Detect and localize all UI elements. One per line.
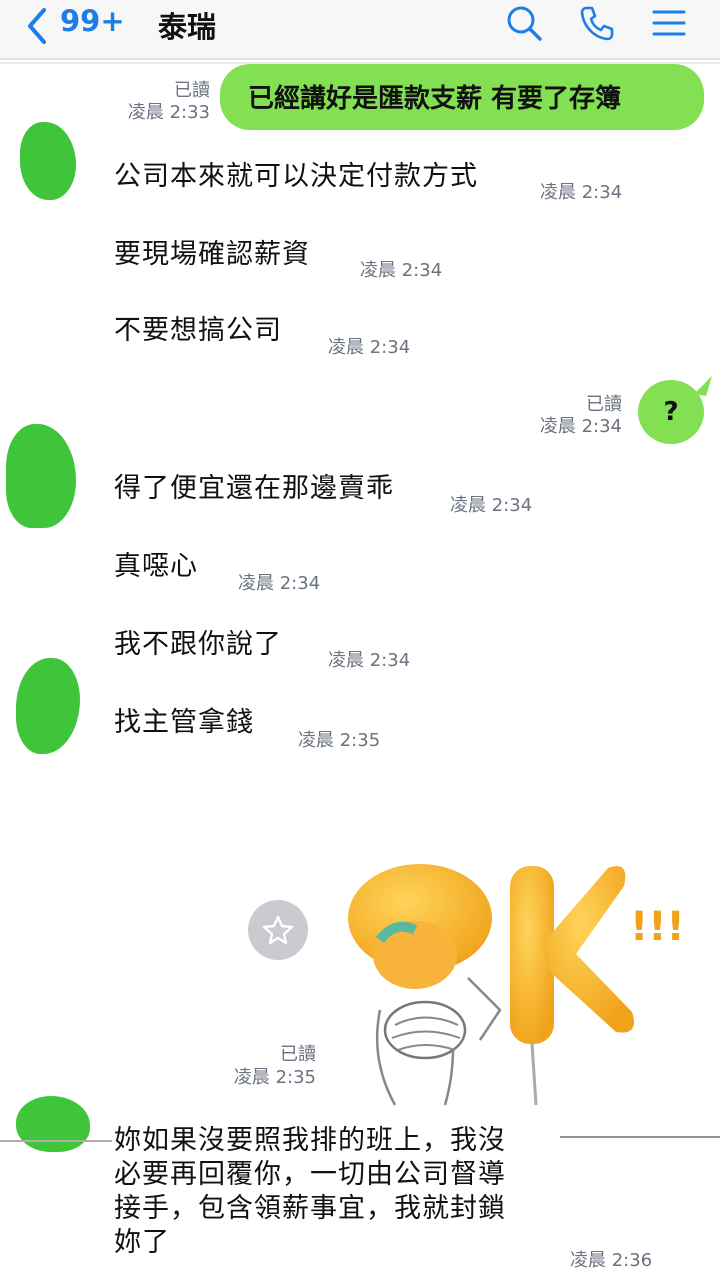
message-time: 凌晨 2:34 — [328, 650, 411, 671]
ok-sticker[interactable]: !!! — [340, 860, 700, 1110]
message-time: 凌晨 2:34 — [540, 182, 623, 203]
message-text: 要現場確認薪資 — [114, 239, 310, 270]
phone-icon[interactable] — [578, 4, 616, 42]
search-icon[interactable] — [505, 4, 543, 42]
message-time: 凌晨 2:34 — [450, 495, 533, 516]
read-receipt: 已讀 — [280, 1044, 316, 1065]
sticker-favorite-button[interactable] — [248, 900, 308, 960]
message-time: 凌晨 2:33 — [127, 102, 210, 123]
message-text: 公司本來就可以決定付款方式 — [114, 161, 478, 192]
avatar-redacted[interactable] — [6, 424, 76, 528]
read-receipt: 已讀 — [174, 80, 210, 101]
avatar-redacted[interactable] — [16, 658, 80, 754]
ok-cat-sticker-image: !!! — [348, 864, 685, 1106]
message-time: 凌晨 2:34 — [328, 337, 411, 358]
message-time: 凌晨 2:36 — [570, 1250, 653, 1271]
my-message-bubble[interactable]: 已經講好是匯款支薪 有要了存簿 — [220, 64, 704, 130]
message-text: 我不跟你說了 — [114, 629, 282, 660]
message-text: ? — [663, 397, 679, 427]
sticker-exclaim: !!! — [630, 904, 685, 950]
message-time: 凌晨 2:35 — [298, 730, 381, 751]
message-line: 妳了 — [114, 1227, 170, 1258]
message-line: 必要再回覆你，一切由公司督導 — [114, 1159, 506, 1190]
message-line: 接手，包含領薪事宜，我就封鎖 — [114, 1193, 506, 1224]
read-receipt: 已讀 — [586, 394, 622, 415]
chat-title: 泰瑞 — [158, 10, 217, 44]
message-text-block: 妳如果沒要照我排的班上，我沒 必要再回覆你，一切由公司督導 接手，包含領薪事宜，… — [114, 1124, 544, 1260]
message-text: 找主管拿錢 — [114, 707, 254, 738]
message-time: 凌晨 2:34 — [238, 573, 321, 594]
back-chevron-icon[interactable] — [22, 6, 52, 46]
avatar-redacted[interactable] — [20, 122, 76, 200]
message-time: 凌晨 2:34 — [539, 416, 622, 437]
chat-header: 99+ 泰瑞 — [0, 0, 720, 60]
message-time: 凌晨 2:34 — [360, 260, 443, 281]
message-time: 凌晨 2:35 — [233, 1067, 316, 1088]
message-text: 真噁心 — [114, 551, 198, 582]
message-text: 得了便宜還在那邊賣乖 — [114, 473, 394, 504]
unread-count-badge[interactable]: 99+ — [60, 4, 125, 38]
message-text: 已經講好是匯款支薪 有要了存簿 — [248, 84, 622, 114]
message-line: 妳如果沒要照我排的班上，我沒 — [114, 1125, 506, 1156]
star-icon — [262, 915, 294, 945]
avatar-redacted[interactable] — [16, 1096, 90, 1152]
divider-line — [0, 1140, 112, 1142]
menu-icon[interactable] — [650, 4, 688, 42]
message-text: 不要想搞公司 — [114, 315, 282, 346]
bubble-tail — [694, 376, 712, 396]
divider-line — [560, 1136, 720, 1138]
